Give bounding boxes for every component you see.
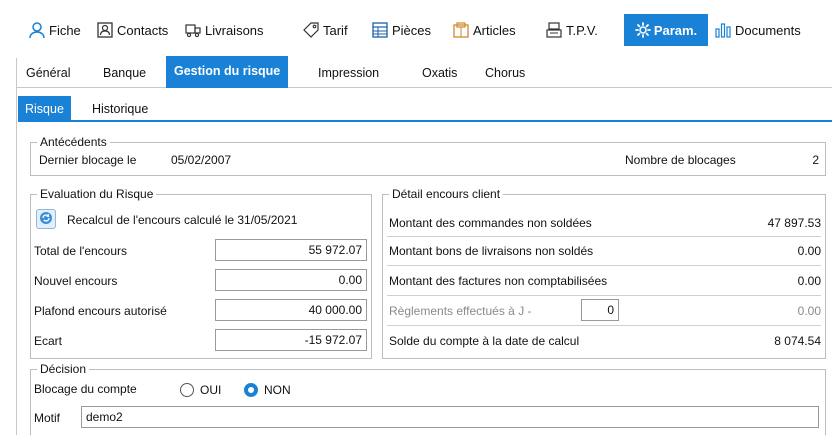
group-title: Antécédents: [37, 134, 110, 150]
reason-label: Motif: [34, 411, 61, 425]
tab-label: Articles: [473, 22, 516, 38]
tab-label: Param.: [653, 22, 698, 38]
delivery-icon: [184, 21, 202, 39]
tab-tpv[interactable]: T.P.V.: [545, 14, 598, 46]
contacts-icon: [96, 21, 114, 39]
payments-days-field[interactable]: 0: [581, 299, 619, 321]
tab-label: Tarif: [323, 22, 348, 38]
detail-group: Détail encours client Montant des comman…: [382, 186, 826, 359]
block-count-value: 2: [812, 153, 819, 167]
tab-label: Contacts: [117, 22, 169, 38]
tab-oxatis[interactable]: Oxatis: [422, 58, 457, 88]
sub-tab-bar: Général Banque Gestion du risque Impress…: [16, 56, 832, 88]
articles-icon: [452, 21, 470, 39]
radio-non[interactable]: [244, 383, 258, 397]
total-field[interactable]: 55 972.07: [215, 239, 367, 261]
tab-label: Fiche: [49, 22, 81, 38]
group-title: Détail encours client: [389, 186, 504, 202]
payments-value: 0.00: [797, 304, 821, 318]
last-block-label: Dernier blocage le: [39, 153, 137, 167]
orders-label: Montant des commandes non soldées: [389, 216, 592, 230]
tab-impression[interactable]: Impression: [318, 58, 379, 88]
last-block-date: 05/02/2007: [171, 153, 232, 167]
tab-pieces[interactable]: Pièces: [371, 14, 431, 46]
ceiling-field[interactable]: 40 000.00: [215, 299, 367, 321]
person-icon: [28, 21, 46, 39]
tab-articles[interactable]: Articles: [452, 14, 516, 46]
tab-livraisons[interactable]: Livraisons: [184, 14, 264, 46]
tab-historique[interactable]: Historique: [92, 96, 148, 122]
payments-label: Règlements effectués à J -: [389, 304, 532, 318]
invoices-value: 0.00: [797, 274, 821, 288]
delivery-label: Montant bons de livraisons non soldés: [389, 244, 594, 258]
price-tag-icon: [302, 21, 320, 39]
refresh-icon: [39, 211, 53, 228]
radio-oui-label[interactable]: OUI: [200, 382, 221, 398]
tab-risque[interactable]: Risque: [18, 96, 71, 122]
radio-non-label[interactable]: NON: [264, 382, 291, 398]
top-tab-bar: Fiche Contacts Livraisons Tarif Pièces A…: [0, 14, 832, 46]
tab-general[interactable]: Général: [26, 58, 70, 88]
gear-icon: [634, 22, 651, 38]
left-border: [16, 58, 17, 435]
block-count-label: Nombre de blocages: [625, 153, 736, 167]
cash-register-icon: [545, 21, 563, 39]
bar-chart-icon: [714, 21, 732, 39]
tab-chorus[interactable]: Chorus: [485, 58, 525, 88]
recalc-label: Recalcul de l'encours calculé le 31/05/2…: [67, 213, 298, 227]
divider: [387, 295, 821, 296]
new-label: Nouvel encours: [34, 274, 118, 288]
radio-oui[interactable]: [180, 383, 194, 397]
balance-value: 8 074.54: [774, 334, 821, 348]
divider: [387, 236, 821, 237]
recalc-button[interactable]: [36, 209, 56, 229]
gap-field[interactable]: -15 972.07: [215, 329, 367, 351]
tab-contacts[interactable]: Contacts: [96, 14, 168, 46]
divider: [387, 325, 821, 326]
group-title: Evaluation du Risque: [37, 186, 157, 202]
invoices-label: Montant des factures non comptabilisées: [389, 274, 608, 288]
group-title: Décision: [37, 361, 90, 377]
tab-fiche[interactable]: Fiche: [28, 14, 81, 46]
tab-label: T.P.V.: [566, 22, 598, 38]
tab-documents[interactable]: Documents: [714, 14, 801, 46]
evaluation-group: Evaluation du Risque Recalcul de l'encou…: [30, 186, 372, 359]
tab-banque[interactable]: Banque: [103, 58, 146, 88]
tab-gestion-risque[interactable]: Gestion du risque: [166, 56, 289, 88]
reason-field[interactable]: demo2: [81, 406, 819, 428]
orders-value: 47 897.53: [767, 216, 821, 230]
documents-grid-icon: [371, 21, 389, 39]
tab-tarif[interactable]: Tarif: [302, 14, 348, 46]
gap-label: Ecart: [34, 334, 63, 348]
tab-label: Pièces: [392, 22, 432, 38]
tab-label: Documents: [735, 22, 801, 38]
decision-group: Décision Blocage du compte OUI NON Motif…: [30, 361, 826, 435]
tab-label: Livraisons: [205, 22, 264, 38]
block-account-label: Blocage du compte: [34, 382, 137, 396]
inner-tab-bar: Risque Historique: [18, 96, 832, 122]
tab-param[interactable]: Param.: [624, 14, 708, 46]
balance-label: Solde du compte à la date de calcul: [389, 334, 580, 348]
antecedents-group: Antécédents Dernier blocage le 05/02/200…: [30, 134, 826, 176]
delivery-value: 0.00: [797, 244, 821, 258]
ceiling-label: Plafond encours autorisé: [34, 304, 167, 318]
divider: [387, 265, 821, 266]
total-label: Total de l'encours: [34, 244, 128, 258]
new-field[interactable]: 0.00: [215, 269, 367, 291]
